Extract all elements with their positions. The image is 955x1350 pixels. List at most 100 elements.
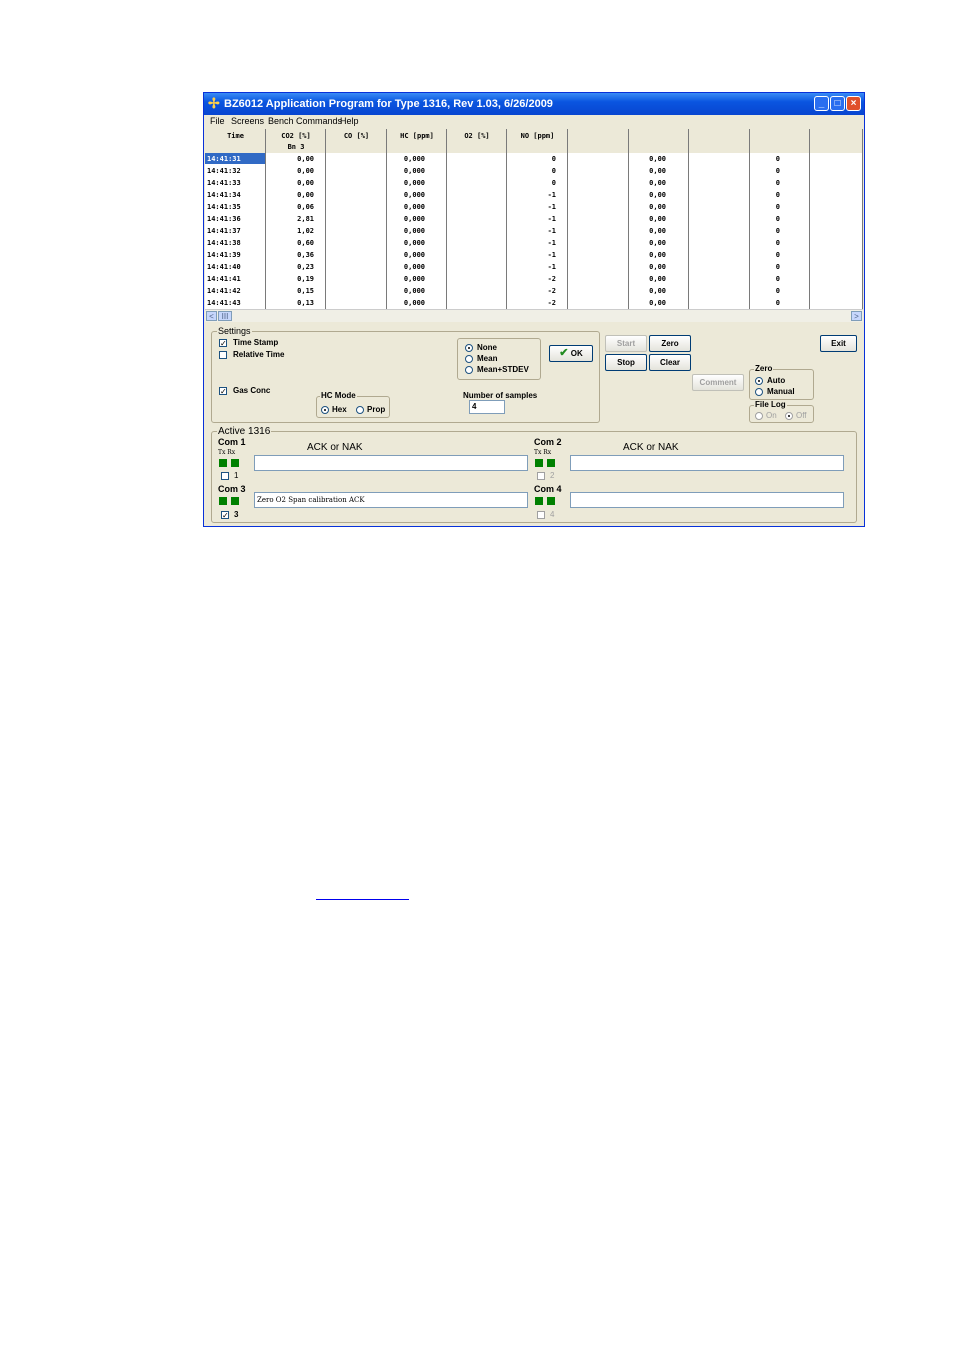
zero-manual-radio[interactable]: [755, 388, 763, 396]
time-stamp-checkbox[interactable]: ✓: [219, 339, 227, 348]
com3-tx-led: [219, 497, 227, 505]
column-header[interactable]: [568, 129, 629, 153]
active-legend: Active 1316: [217, 426, 272, 437]
table-row[interactable]: 14:41:37 1,02 0,000 -1 0,00 0: [205, 225, 863, 237]
table-row[interactable]: 14:41:38 0,60 0,000 -1 0,00 0: [205, 237, 863, 249]
data-grid[interactable]: Time CO2 [%] Bn 3 CO [%] HC [ppm] O2 [%] NO [p…: [205, 129, 863, 309]
column-header[interactable]: CO2 [%] Bn 3: [266, 129, 326, 153]
exit-button[interactable]: Exit: [820, 335, 857, 352]
window-title: BZ6012 Application Program for Type 1316…: [224, 98, 553, 110]
table-row[interactable]: 14:41:36 2,81 0,000 -1 0,00 0: [205, 213, 863, 225]
time-cell: 14:41:31: [205, 153, 265, 164]
menu-file[interactable]: File: [210, 116, 225, 126]
title-bar[interactable]: ✢ BZ6012 Application Program for Type 13…: [204, 93, 864, 115]
close-button[interactable]: ×: [846, 96, 861, 111]
check-icon: ✔: [559, 347, 569, 359]
value-cell: 0: [775, 275, 780, 283]
column-header[interactable]: NO [ppm]: [507, 129, 568, 153]
table-row[interactable]: 14:41:31 0,00 0,000 0 0,00 0: [205, 153, 863, 165]
averaging-group: None Mean Mean+STDEV: [457, 338, 541, 380]
scroll-thumb[interactable]: III: [218, 311, 232, 321]
com3-checkbox[interactable]: ✓: [221, 511, 229, 520]
app-window: ✢ BZ6012 Application Program for Type 13…: [203, 92, 865, 527]
stop-button[interactable]: Stop: [605, 354, 647, 371]
file-log-on-label: On: [766, 411, 777, 420]
column-header[interactable]: [810, 129, 863, 153]
value-cell: 0: [775, 227, 780, 235]
column-header[interactable]: Time: [205, 129, 266, 153]
menu-help[interactable]: Help: [340, 116, 359, 126]
avg-mean-radio[interactable]: [465, 355, 473, 363]
column-header[interactable]: O2 [%]: [447, 129, 507, 153]
table-row[interactable]: 14:41:33 0,00 0,000 0 0,00 0: [205, 177, 863, 189]
start-button[interactable]: Start: [605, 335, 647, 352]
table-row[interactable]: 14:41:35 0,06 0,000 -1 0,00 0: [205, 201, 863, 213]
relative-time-checkbox[interactable]: [219, 351, 227, 359]
value-cell: 0,00: [297, 167, 314, 175]
com2-checkbox[interactable]: [537, 472, 545, 480]
comment-button[interactable]: Comment: [692, 374, 744, 391]
com4-message-field[interactable]: [570, 492, 844, 508]
com2-ack-label: ACK or NAK: [623, 442, 679, 453]
table-row[interactable]: 14:41:42 0,15 0,000 -2 0,00 0: [205, 285, 863, 297]
menu-screens[interactable]: Screens: [231, 116, 264, 126]
com4-checkbox[interactable]: [537, 511, 545, 519]
scroll-left-icon[interactable]: <: [206, 311, 217, 321]
column-header[interactable]: HC [ppm]: [387, 129, 447, 153]
ok-button[interactable]: ✔ OK: [549, 345, 593, 362]
settings-legend: Settings: [217, 326, 252, 336]
column-header[interactable]: [629, 129, 689, 153]
com4-check-label: 4: [550, 510, 555, 519]
zero-auto-radio[interactable]: [755, 377, 763, 385]
relative-time-label: Relative Time: [233, 350, 285, 359]
com1-message-field[interactable]: [254, 455, 528, 471]
table-row[interactable]: 14:41:32 0,00 0,000 0 0,00 0: [205, 165, 863, 177]
table-row[interactable]: 14:41:43 0,13 0,000 -2 0,00 0: [205, 297, 863, 309]
time-cell: 14:41:43: [207, 299, 241, 307]
clear-button[interactable]: Clear: [649, 354, 691, 371]
zero-button[interactable]: Zero: [649, 335, 691, 352]
maximize-button[interactable]: □: [830, 96, 845, 111]
menu-bench-commands[interactable]: Bench Commands: [268, 116, 342, 126]
table-row[interactable]: 14:41:34 0,00 0,000 -1 0,00 0: [205, 189, 863, 201]
zero-auto-label: Auto: [767, 376, 786, 385]
com4-tx-led: [535, 497, 543, 505]
horizontal-scrollbar[interactable]: < III >: [205, 309, 863, 322]
table-row[interactable]: 14:41:39 0,36 0,000 -1 0,00 0: [205, 249, 863, 261]
avg-mean-stdev-radio[interactable]: [465, 366, 473, 374]
column-header[interactable]: [750, 129, 810, 153]
samples-input[interactable]: 4: [469, 400, 505, 414]
com3-check-label: 3: [234, 510, 239, 519]
avg-mean-label: Mean: [477, 354, 498, 363]
column-header[interactable]: CO [%]: [326, 129, 387, 153]
com3-message-field[interactable]: Zero O2 Span calibration ACK: [254, 492, 528, 508]
time-cell: 14:41:32: [207, 167, 241, 175]
table-row[interactable]: 14:41:41 0,19 0,000 -2 0,00 0: [205, 273, 863, 285]
com3-rx-led: [231, 497, 239, 505]
app-icon: ✢: [208, 95, 220, 111]
value-cell: 0: [775, 215, 780, 223]
file-log-on-radio[interactable]: [755, 412, 763, 420]
table-row[interactable]: 14:41:40 0,23 0,000 -1 0,00 0: [205, 261, 863, 273]
com1-txrx: Tx Rx: [218, 449, 236, 456]
hyperlink-underline[interactable]: [316, 899, 409, 900]
column-header[interactable]: [689, 129, 750, 153]
avg-none-radio[interactable]: [465, 344, 473, 352]
com2-txrx: Tx Rx: [534, 449, 552, 456]
value-cell: 0: [775, 251, 780, 259]
settings-group: Settings ✓ Time Stamp Relative Time ✓ Ga…: [211, 326, 600, 423]
com2-message-field[interactable]: [570, 455, 844, 471]
scroll-right-icon[interactable]: >: [851, 311, 862, 321]
minimize-button[interactable]: _: [814, 96, 829, 111]
com1-rx-led: [231, 459, 239, 467]
gas-conc-checkbox[interactable]: ✓: [219, 387, 227, 396]
time-cell: 14:41:40: [207, 263, 241, 271]
file-log-off-radio[interactable]: [785, 412, 793, 420]
com1-checkbox[interactable]: [221, 472, 229, 480]
samples-label: Number of samples: [463, 391, 538, 400]
value-cell: 0,23: [297, 263, 314, 271]
hc-prop-radio[interactable]: [356, 406, 364, 414]
hc-hex-radio[interactable]: [321, 406, 329, 414]
hc-hex-label: Hex: [332, 405, 347, 414]
com2-tx-led: [535, 459, 543, 467]
